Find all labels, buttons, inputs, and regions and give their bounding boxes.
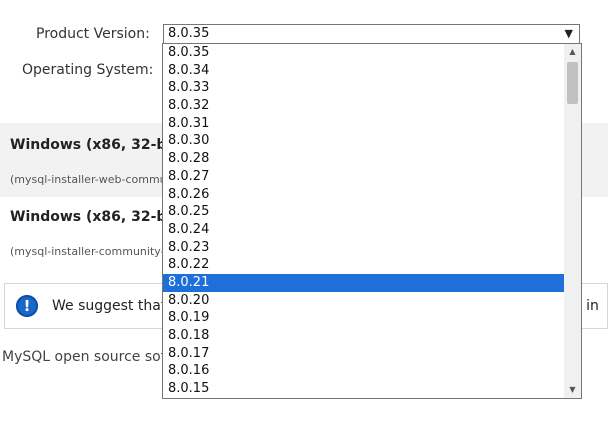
download-title: Windows (x86, 32-bit)	[10, 209, 185, 225]
info-icon: !	[16, 295, 38, 317]
dropdown-option[interactable]: 8.0.30	[163, 132, 565, 150]
footer-text: MySQL open source sof	[2, 349, 166, 365]
scrollbar-thumb[interactable]	[567, 62, 578, 104]
dropdown-option[interactable]: 8.0.23	[163, 239, 565, 257]
version-dropdown-list[interactable]: 8.0.35 8.0.34 8.0.33 8.0.32 8.0.31 8.0.30 8.0.…	[162, 43, 582, 399]
dropdown-option[interactable]: 8.0.25	[163, 203, 565, 221]
dropdown-options: 8.0.35 8.0.34 8.0.33 8.0.32 8.0.31 8.0.30 8.0.…	[163, 44, 565, 398]
dropdown-option[interactable]: 8.0.33	[163, 79, 565, 97]
dropdown-option[interactable]: 8.0.19	[163, 309, 565, 327]
scroll-down-icon[interactable]: ▼	[564, 383, 581, 397]
dropdown-option[interactable]: 8.0.27	[163, 168, 565, 186]
dropdown-option[interactable]: 8.0.35	[163, 44, 565, 62]
dropdown-option[interactable]: 8.0.28	[163, 150, 565, 168]
selected-version-value: 8.0.35	[168, 26, 210, 41]
dropdown-option[interactable]: 8.0.24	[163, 221, 565, 239]
download-filename: (mysql-installer-web-commu	[10, 173, 167, 186]
product-version-label: Product Version:	[36, 26, 150, 42]
dropdown-option[interactable]: 8.0.34	[163, 62, 565, 80]
dropdown-option[interactable]: 8.0.20	[163, 292, 565, 310]
dropdown-option[interactable]: 8.0.32	[163, 97, 565, 115]
product-version-select[interactable]: 8.0.35 ▼	[163, 24, 580, 44]
download-filename: (mysql-installer-community-8	[10, 245, 172, 258]
dropdown-option[interactable]: 8.0.22	[163, 256, 565, 274]
dropdown-option[interactable]: 8.0.17	[163, 345, 565, 363]
dropdown-option[interactable]: 8.0.15	[163, 380, 565, 398]
dropdown-option[interactable]: 8.0.26	[163, 186, 565, 204]
notice-text: We suggest that	[52, 298, 167, 314]
dropdown-option[interactable]: 8.0.21	[163, 273, 565, 292]
dropdown-scrollbar[interactable]: ▲ ▼	[564, 44, 581, 398]
dropdown-option[interactable]: 8.0.31	[163, 115, 565, 133]
chevron-down-icon: ▼	[564, 27, 573, 40]
download-title: Windows (x86, 32-bit)	[10, 137, 185, 153]
dropdown-option[interactable]: 8.0.18	[163, 327, 565, 345]
scroll-up-icon[interactable]: ▲	[564, 45, 581, 59]
dropdown-option[interactable]: 8.0.16	[163, 362, 565, 380]
operating-system-label: Operating System:	[22, 62, 154, 78]
